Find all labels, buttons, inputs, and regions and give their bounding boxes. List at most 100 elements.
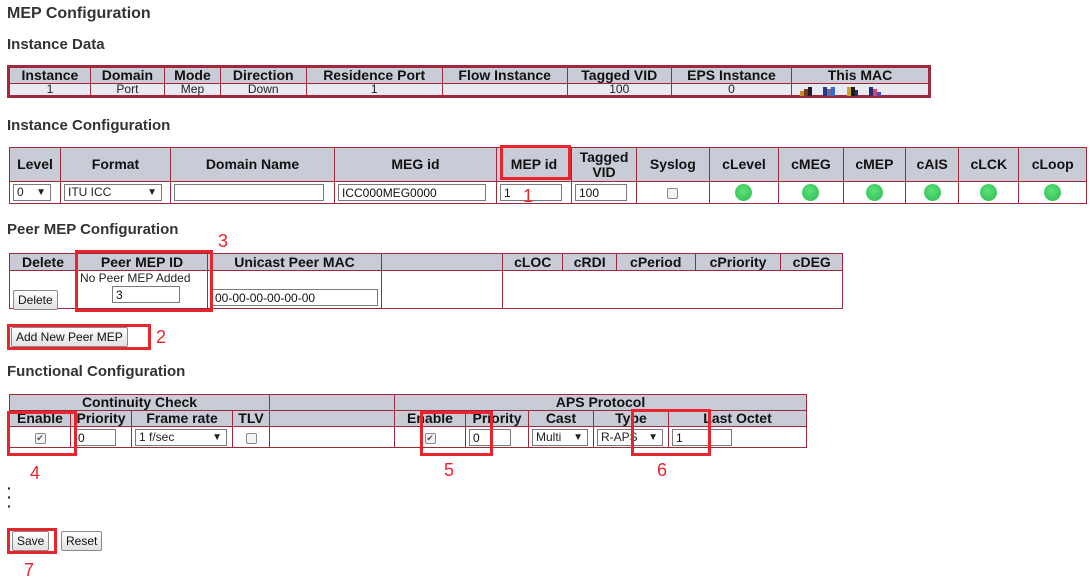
status-led-icon (802, 184, 820, 202)
flow-instance-value (441, 83, 568, 96)
chevron-down-icon: ▼ (573, 431, 583, 443)
col-aps-enable: Enable (394, 410, 466, 427)
annotation-5: 5 (444, 460, 455, 480)
cais-cell (905, 181, 960, 204)
cast-select[interactable]: Multi ▼ (532, 428, 588, 446)
annotation-6: 6 (657, 460, 668, 480)
last-octet-input[interactable]: 1 (672, 428, 732, 446)
cc-priority-input[interactable]: 0 (74, 428, 116, 446)
table-row: 0 ▼ ITU ICC ▼ ICC000MEG0000 1 100 (9, 181, 1087, 204)
col-cpriority: cPriority (694, 253, 782, 271)
cc-enable-checkbox[interactable]: ✔ (34, 432, 46, 444)
cmep-cell (842, 181, 907, 204)
direction-value: Down (219, 83, 307, 96)
level-select[interactable]: 0 ▼ (13, 184, 51, 202)
status-led-icon (980, 184, 998, 202)
aps-enable-cell: ✔ (394, 426, 466, 448)
no-peer-text: No Peer MEP Added (80, 271, 191, 285)
aps-priority-input[interactable]: 0 (469, 428, 511, 446)
col-cmep: cMEP (842, 147, 907, 182)
col-cperiod: cPeriod (615, 253, 696, 271)
annotation-7: 7 (24, 560, 35, 580)
peer-mep-id-cell: No Peer MEP Added 3 (76, 270, 208, 309)
instance-config-heading: Instance Configuration (7, 117, 171, 134)
col-cc-enable: Enable (9, 410, 71, 427)
frame-rate-cell: 1 f/sec ▼ (131, 426, 233, 448)
peer-mep-table: Delete Peer MEP ID Unicast Peer MAC cLOC… (9, 253, 843, 309)
col-this-mac: This MAC (791, 67, 929, 84)
annotation-4: 4 (30, 463, 41, 483)
cc-priority-cell: 0 (70, 426, 132, 448)
delete-peer-button[interactable]: Delete (13, 290, 58, 310)
col-tagged-vid: Tagged VID (571, 147, 637, 182)
col-cast: Cast (528, 410, 594, 427)
col-cloc: cLOC (501, 253, 564, 271)
cast-value: Multi (536, 429, 562, 444)
unicast-mac-input[interactable]: 00-00-00-00-00-00 (211, 289, 378, 306)
save-button[interactable]: Save (12, 531, 50, 551)
col-domain-name: Domain Name (170, 147, 335, 182)
format-cell: ITU ICC ▼ (60, 181, 171, 204)
instance-config-table: Level Format Domain Name MEG id MEP id T… (9, 147, 1087, 204)
col-type: Type (593, 410, 669, 427)
mep-id-cell: 1 (496, 181, 572, 204)
col-clevel: cLevel (708, 147, 780, 182)
functional-heading: Functional Configuration (7, 363, 186, 380)
status-led-icon (1044, 184, 1062, 202)
mac-address-icon (846, 85, 858, 97)
col-frame-rate: Frame rate (131, 410, 233, 427)
annotation-2: 2 (156, 327, 167, 347)
continuity-check-group: Continuity Check (9, 394, 270, 411)
col-flow-instance: Flow Instance (441, 67, 568, 84)
status-led-icon (735, 184, 753, 202)
col-mep-id: MEP id (496, 147, 572, 182)
page-title: MEP Configuration (7, 5, 151, 22)
annotation-1: 1 (523, 186, 534, 206)
col-cc-priority: Priority (70, 410, 132, 427)
meg-id-input[interactable]: ICC000MEG0000 (338, 184, 486, 202)
status-cell (502, 270, 843, 309)
aps-priority-cell: 0 (465, 426, 529, 448)
aps-enable-checkbox[interactable]: ✔ (424, 432, 436, 444)
frame-rate-value: 1 f/sec (139, 429, 175, 444)
col-tlv: TLV (232, 410, 270, 427)
syslog-checkbox[interactable] (667, 188, 679, 200)
instance-data-table: Instance Domain Mode Direction Residence… (7, 65, 931, 98)
tlv-checkbox[interactable] (245, 432, 257, 444)
peer-mep-id-input[interactable]: 3 (112, 286, 180, 304)
tagged-vid-input[interactable]: 100 (575, 184, 627, 202)
reset-button[interactable]: Reset (61, 531, 103, 551)
mac-address-icon (869, 85, 882, 97)
meg-id-cell: ICC000MEG0000 (334, 181, 497, 204)
instance-data-heading: Instance Data (7, 36, 105, 53)
chevron-down-icon: ▼ (147, 187, 157, 199)
col-cloop: cLoop (1018, 147, 1087, 182)
add-peer-mep-button[interactable]: Add New Peer MEP (11, 327, 128, 347)
chevron-down-icon: ▼ (648, 431, 658, 443)
ellipsis-icon: · · · (7, 480, 12, 514)
cloop-cell (1018, 181, 1087, 204)
clevel-cell (708, 181, 780, 204)
col-cmeg: cMEG (778, 147, 844, 182)
level-value: 0 (17, 185, 24, 200)
type-select[interactable]: R-APS ▼ (597, 428, 663, 446)
tagged-vid-header: Tagged VID (579, 148, 629, 180)
mep-id-header: MEP id (510, 156, 558, 172)
functional-table: Continuity Check APS Protocol Enable Pri… (9, 394, 807, 448)
annotation-3: 3 (218, 231, 229, 251)
col-clck: cLCK (958, 147, 1020, 182)
col-format: Format (60, 147, 171, 182)
col-crdi: cRDI (562, 253, 617, 271)
table-row: ✔ 0 1 f/sec ▼ ✔ 0 Multi ▼ R-APS ▼ 1 (9, 426, 807, 448)
tagged-vid-value: 100 (566, 83, 672, 96)
frame-rate-select[interactable]: 1 f/sec ▼ (135, 428, 227, 446)
type-cell: R-APS ▼ (593, 426, 669, 448)
format-select[interactable]: ITU ICC ▼ (64, 184, 162, 202)
col-unicast-peer-mac: Unicast Peer MAC (207, 253, 382, 271)
level-cell: 0 ▼ (9, 181, 61, 204)
domain-name-input[interactable] (174, 184, 324, 202)
table-row: No Peer MEP Added 3 00-00-00-00-00-00 (9, 270, 843, 309)
format-value: ITU ICC (68, 185, 112, 200)
residence-port-value: 1 (305, 83, 443, 96)
col-peer-mep-id: Peer MEP ID (76, 253, 208, 271)
